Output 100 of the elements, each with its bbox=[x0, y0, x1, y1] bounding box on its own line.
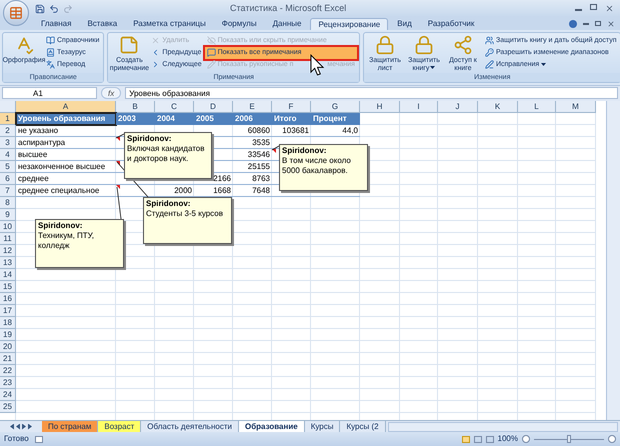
table-cell: 2004 bbox=[155, 112, 194, 125]
sheet-tab[interactable]: Возраст bbox=[98, 420, 142, 433]
column-header[interactable]: A bbox=[16, 100, 116, 113]
column-header[interactable]: B bbox=[116, 100, 155, 113]
zoom-in-button[interactable] bbox=[608, 435, 616, 444]
comment-author: Spiridonov: bbox=[146, 198, 192, 209]
row-header[interactable]: 4 bbox=[0, 148, 16, 161]
column-header[interactable]: C bbox=[155, 100, 194, 113]
comment-author: Spiridonov: bbox=[38, 220, 84, 231]
row-header[interactable]: 6 bbox=[0, 172, 16, 185]
table-cell: 2006 bbox=[233, 112, 272, 125]
row-header[interactable]: 9 bbox=[0, 208, 16, 221]
sheet-tab[interactable]: Образование bbox=[238, 420, 305, 433]
row-header[interactable]: 11 bbox=[0, 232, 16, 245]
column-header[interactable]: G bbox=[311, 100, 360, 113]
ribbon-icon bbox=[119, 34, 140, 55]
zoom-slider[interactable] bbox=[534, 435, 604, 444]
column-header[interactable]: D bbox=[194, 100, 233, 113]
leader-line bbox=[272, 145, 280, 150]
table-cell-text: 33546 bbox=[246, 148, 271, 161]
redo-icon[interactable] bbox=[63, 4, 73, 14]
comment-author: Spiridonov: bbox=[282, 146, 328, 156]
zoom-out-button[interactable] bbox=[522, 435, 530, 444]
ribbon-tab[interactable]: Разработчик bbox=[420, 18, 482, 30]
page-break-icon[interactable] bbox=[486, 436, 494, 443]
row-header[interactable]: 19 bbox=[0, 328, 16, 341]
office-button[interactable] bbox=[3, 0, 29, 26]
vertical-scrollbar[interactable] bbox=[606, 100, 620, 420]
column-header[interactable]: L bbox=[518, 100, 556, 113]
formula-field[interactable]: Уровень образования bbox=[125, 87, 618, 100]
row-header[interactable]: 8 bbox=[0, 196, 16, 209]
ribbon-icon bbox=[151, 36, 160, 46]
row-header[interactable]: 3 bbox=[0, 136, 16, 149]
column-header[interactable]: I bbox=[400, 100, 438, 113]
row-header[interactable]: 22 bbox=[0, 364, 16, 377]
row-header[interactable]: 10 bbox=[0, 220, 16, 233]
table-cell-text: аспирантура bbox=[17, 136, 66, 149]
row-header[interactable]: 14 bbox=[0, 268, 16, 281]
column-header[interactable]: H bbox=[360, 100, 400, 113]
horizontal-scrollbar[interactable] bbox=[388, 422, 618, 432]
row-header[interactable]: 13 bbox=[0, 256, 16, 269]
ribbon-tab[interactable]: Разметка страницы bbox=[126, 18, 213, 30]
comment-text: Включая кандидатов и докторов наук. bbox=[127, 144, 206, 164]
macro-record-icon[interactable] bbox=[34, 436, 43, 443]
table-cell-text: 3535 bbox=[251, 136, 271, 149]
column-header[interactable]: M bbox=[556, 100, 596, 113]
normal-view-icon[interactable] bbox=[462, 436, 470, 443]
column-header[interactable]: F bbox=[272, 100, 311, 113]
row-header[interactable]: 20 bbox=[0, 340, 16, 353]
ribbon-icon bbox=[374, 34, 395, 55]
leader-line bbox=[116, 133, 124, 138]
row-header[interactable]: 17 bbox=[0, 304, 16, 317]
formula-button[interactable]: fx bbox=[101, 87, 122, 100]
help-icon[interactable] bbox=[569, 20, 577, 28]
page-layout-icon[interactable] bbox=[474, 436, 482, 443]
zoom-level: 100% bbox=[498, 433, 518, 446]
row-header[interactable]: 24 bbox=[0, 388, 16, 401]
row-header[interactable]: 2 bbox=[0, 124, 16, 137]
ribbon-icon bbox=[414, 34, 434, 55]
row-header[interactable]: 16 bbox=[0, 292, 16, 305]
row-header[interactable]: 18 bbox=[0, 316, 16, 329]
restore-icon[interactable] bbox=[595, 21, 601, 26]
row-header[interactable]: 15 bbox=[0, 280, 16, 293]
row-header[interactable]: 5 bbox=[0, 160, 16, 173]
ribbon-tab[interactable]: Вставка bbox=[80, 18, 124, 30]
minimize-icon[interactable] bbox=[583, 22, 589, 25]
table-cell: Процент bbox=[311, 112, 360, 125]
ribbon-tab[interactable]: Формулы bbox=[214, 18, 264, 30]
row-header[interactable]: 25 bbox=[0, 400, 16, 413]
row-header[interactable]: 12 bbox=[0, 244, 16, 257]
table-cell-text: 2166 bbox=[212, 172, 232, 185]
comment-indicator-icon bbox=[116, 160, 120, 165]
comment-text: Техникум, ПТУ, колледж bbox=[38, 230, 95, 251]
ribbon-icon bbox=[46, 48, 55, 58]
column-header[interactable]: E bbox=[233, 100, 272, 113]
close-icon[interactable] bbox=[605, 4, 614, 13]
table-cell-text: 103681 bbox=[281, 124, 310, 137]
table-cell-text: среднее bbox=[17, 172, 50, 185]
row-header[interactable]: 7 bbox=[0, 184, 16, 197]
ribbon-icon bbox=[206, 36, 216, 46]
name-box[interactable]: A1 bbox=[2, 87, 97, 100]
ribbon-tab[interactable]: Вид bbox=[390, 18, 419, 30]
table-cell-text: среднее специальное bbox=[17, 184, 100, 197]
undo-icon[interactable] bbox=[49, 4, 59, 14]
table-cell: 2003 bbox=[116, 112, 155, 125]
ribbon-icon bbox=[484, 36, 494, 46]
column-header[interactable]: J bbox=[438, 100, 478, 113]
ribbon-tab[interactable]: Данные bbox=[266, 18, 308, 30]
ribbon-tab[interactable]: Главная bbox=[34, 18, 78, 30]
column-header[interactable]: K bbox=[478, 100, 518, 113]
maximize-icon[interactable] bbox=[590, 4, 597, 10]
ribbon-icon bbox=[46, 36, 55, 46]
sheet-tab[interactable]: По странам bbox=[42, 420, 98, 433]
ribbon-tab[interactable]: Рецензирование bbox=[310, 18, 388, 30]
ribbon-icon bbox=[206, 48, 216, 58]
save-icon[interactable] bbox=[35, 4, 45, 14]
row-header[interactable]: 21 bbox=[0, 352, 16, 365]
slider-thumb[interactable] bbox=[567, 435, 571, 444]
row-header[interactable]: 23 bbox=[0, 376, 16, 389]
close-icon[interactable] bbox=[607, 20, 615, 28]
